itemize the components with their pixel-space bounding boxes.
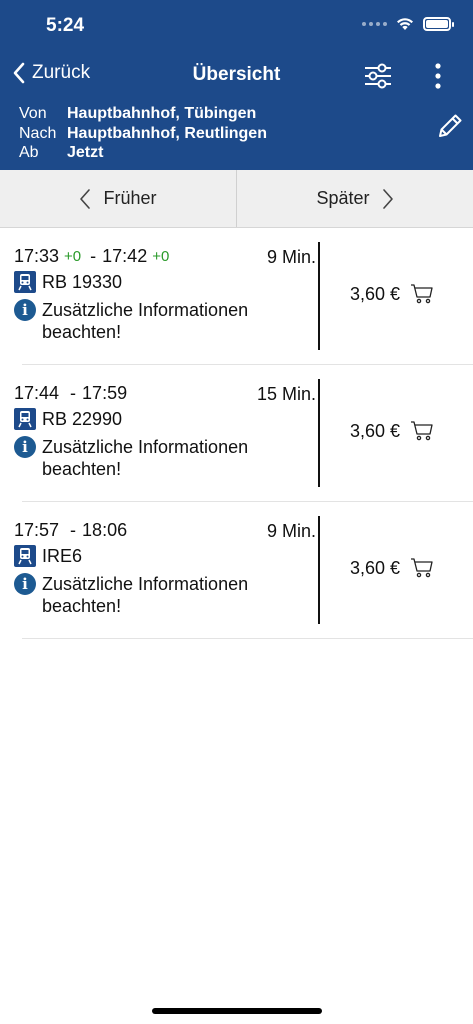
filter-sliders-icon [365, 63, 391, 89]
route-from-label: Von [19, 105, 47, 122]
route-from: Von Hauptbahnhof, Tübingen [19, 104, 267, 124]
edit-button[interactable] [434, 110, 466, 142]
status-bar: 5:24 [0, 0, 473, 52]
status-time: 5:24 [46, 15, 85, 36]
price: 3,60 € [350, 557, 401, 578]
price: 3,60 € [350, 283, 401, 304]
cart-icon[interactable] [410, 557, 434, 579]
duration: 9 Min. [266, 247, 316, 267]
arrival-time: 17:42 [102, 245, 148, 266]
back-label: Zurück [32, 62, 91, 83]
battery-icon [423, 16, 454, 31]
departure-time: 17:44 [14, 382, 60, 403]
info-notice[interactable]: i Zusätzliche Informationen beachten! [14, 299, 316, 343]
arrival-time: 17:59 [82, 382, 128, 403]
connection-row[interactable]: 17:44 - 17:59 15 Min. RB 22990 i Zusätzl… [0, 365, 473, 502]
price-area: 3,60 € [350, 557, 434, 579]
time-separator: - [90, 245, 97, 266]
divider [318, 242, 320, 350]
time-separator: - [70, 519, 77, 540]
chevron-left-icon [13, 62, 25, 84]
chevron-right-icon [382, 188, 393, 209]
train-line: RB 19330 [14, 269, 316, 295]
status-icons [362, 16, 454, 31]
departure-delay: +0 [64, 247, 82, 265]
train-line: IRE6 [14, 543, 316, 569]
time-separator: - [70, 382, 77, 403]
divider [318, 516, 320, 624]
divider [318, 379, 320, 487]
train-name: RB 19330 [42, 271, 123, 292]
navbar: Zurück Übersicht [0, 52, 473, 100]
route-when: Ab Jetzt [19, 143, 267, 163]
route-to-label: Nach [19, 124, 57, 142]
earlier-button[interactable]: Früher [0, 170, 237, 227]
home-indicator[interactable] [152, 1008, 322, 1014]
connection-details: 17:57 - 18:06 9 Min. IRE6 i Zusätzliche … [14, 517, 316, 617]
info-icon: i [14, 573, 36, 595]
route-to: Nach Hauptbahnhof, Reutlingen [19, 124, 267, 144]
pencil-icon [439, 114, 462, 137]
train-icon [14, 545, 36, 567]
train-icon [14, 408, 36, 430]
train-name: RB 22990 [42, 408, 123, 429]
price-area: 3,60 € [350, 283, 434, 305]
info-text: Zusätzliche Informationen beachten! [42, 574, 249, 616]
info-icon: i [14, 436, 36, 458]
connection-details: 17:44 - 17:59 15 Min. RB 22990 i Zusätzl… [14, 380, 316, 480]
info-text: Zusätzliche Informationen beachten! [42, 300, 249, 342]
cart-icon[interactable] [410, 420, 434, 442]
route-summary: Von Hauptbahnhof, Tübingen Nach Hauptbah… [19, 104, 267, 163]
info-icon: i [14, 299, 36, 321]
duration: 15 Min. [256, 384, 316, 404]
connection-details: 17:33 +0 - 17:42 +0 9 Min. RB 19330 i Zu… [14, 243, 316, 343]
duration: 9 Min. [266, 521, 316, 541]
info-notice[interactable]: i Zusätzliche Informationen beachten! [14, 573, 316, 617]
train-name: IRE6 [42, 545, 83, 566]
later-label: Später [316, 188, 370, 208]
info-text: Zusätzliche Informationen beachten! [42, 437, 249, 479]
signal-icon [362, 21, 387, 26]
route-to-value: Hauptbahnhof, Reutlingen [67, 124, 267, 142]
arrival-time: 18:06 [82, 519, 128, 540]
back-button[interactable]: Zurück [12, 62, 90, 84]
price: 3,60 € [350, 420, 401, 441]
earlier-label: Früher [103, 188, 157, 208]
cart-icon[interactable] [410, 283, 434, 305]
route-from-value: Hauptbahnhof, Tübingen [67, 105, 257, 122]
later-button[interactable]: Später [237, 170, 473, 227]
route-when-label: Ab [19, 144, 39, 161]
connection-row[interactable]: 17:57 - 18:06 9 Min. IRE6 i Zusätzliche … [0, 502, 473, 639]
price-area: 3,60 € [350, 420, 434, 442]
arrival-delay: +0 [152, 247, 170, 265]
train-icon [14, 271, 36, 293]
filter-button[interactable] [362, 60, 394, 92]
info-notice[interactable]: i Zusätzliche Informationen beachten! [14, 436, 316, 480]
departure-time: 17:57 [14, 519, 60, 540]
train-line: RB 22990 [14, 406, 316, 432]
header: 5:24 Zurück Übersicht Von Hauptbahnhof, … [0, 0, 473, 170]
connection-row[interactable]: 17:33 +0 - 17:42 +0 9 Min. RB 19330 i Zu… [0, 228, 473, 365]
wifi-icon [397, 18, 413, 30]
more-button[interactable] [426, 60, 450, 92]
pager: Früher Später [0, 170, 473, 228]
more-vertical-icon [435, 63, 441, 89]
route-when-value: Jetzt [67, 144, 104, 161]
connection-list: 17:33 +0 - 17:42 +0 9 Min. RB 19330 i Zu… [0, 228, 473, 639]
departure-time: 17:33 [14, 245, 60, 266]
chevron-left-icon [80, 188, 91, 209]
